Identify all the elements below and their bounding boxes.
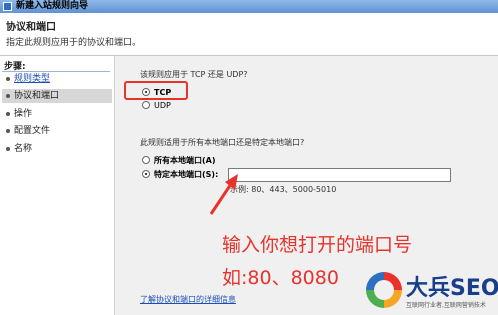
page-subtitle: 指定此规则应用于的协议和端口。 [6, 38, 142, 48]
radio-unselected-icon [142, 156, 150, 164]
bullet-icon [6, 94, 10, 98]
wizard-header: 协议和端口 指定此规则应用于的协议和端口。 [0, 13, 498, 56]
udp-radio[interactable]: UDP [142, 100, 182, 111]
watermark-brand: 大兵SEO [406, 276, 498, 301]
learn-more-link[interactable]: 了解协议和端口的详细信息 [140, 294, 236, 305]
steps-panel: 步骤: 规则类型 协议和端口 操作 配置文件 名称 [0, 56, 115, 315]
step-label: 操作 [14, 109, 33, 119]
all-ports-radio[interactable]: 所有本地端口(A) [142, 155, 232, 166]
bullet-icon [6, 147, 10, 151]
bullet-icon [6, 77, 10, 81]
ports-input[interactable] [228, 168, 451, 182]
logo-mark-icon [366, 272, 402, 308]
step-rule-type[interactable]: 规则类型 [2, 72, 112, 86]
firewall-app-icon [3, 2, 12, 11]
window-titlebar: 新建入站规则向导 [0, 0, 498, 13]
ports-question: 此规则适用于所有本地端口还是特定本地端口? [140, 138, 305, 147]
all-ports-label: 所有本地端口(A) [154, 156, 216, 165]
radio-unselected-icon [142, 101, 150, 109]
step-action: 操作 [2, 107, 112, 121]
step-label: 规则类型 [14, 74, 51, 84]
step-label: 协议和端口 [14, 91, 60, 101]
step-protocol-ports[interactable]: 协议和端口 [2, 89, 112, 103]
watermark-logo: 大兵SEO 互联网行业者,互联网营销技术 [360, 268, 498, 315]
annotation-line-1: 输入你想打开的端口号 [222, 234, 413, 256]
step-label: 配置文件 [14, 126, 51, 136]
step-name: 名称 [2, 142, 112, 156]
udp-label: UDP [154, 101, 171, 110]
step-label: 名称 [14, 144, 33, 154]
step-profile: 配置文件 [2, 124, 112, 138]
annotation-arrow-icon [209, 174, 238, 215]
bullet-icon [6, 129, 10, 133]
protocol-question: 该规则应用于 TCP 还是 UDP? [140, 70, 248, 79]
ports-example: 示例: 80、443、5000-5010 [230, 185, 337, 194]
bullet-icon [6, 112, 10, 116]
tcp-highlight-box [124, 81, 188, 100]
annotation-line-2: 如:80、8080 [222, 267, 339, 289]
radio-selected-icon [142, 170, 150, 178]
window-title: 新建入站规则向导 [16, 1, 89, 11]
page-title: 协议和端口 [6, 22, 56, 33]
watermark-tagline: 互联网行业者,互联网营销技术 [406, 302, 486, 309]
